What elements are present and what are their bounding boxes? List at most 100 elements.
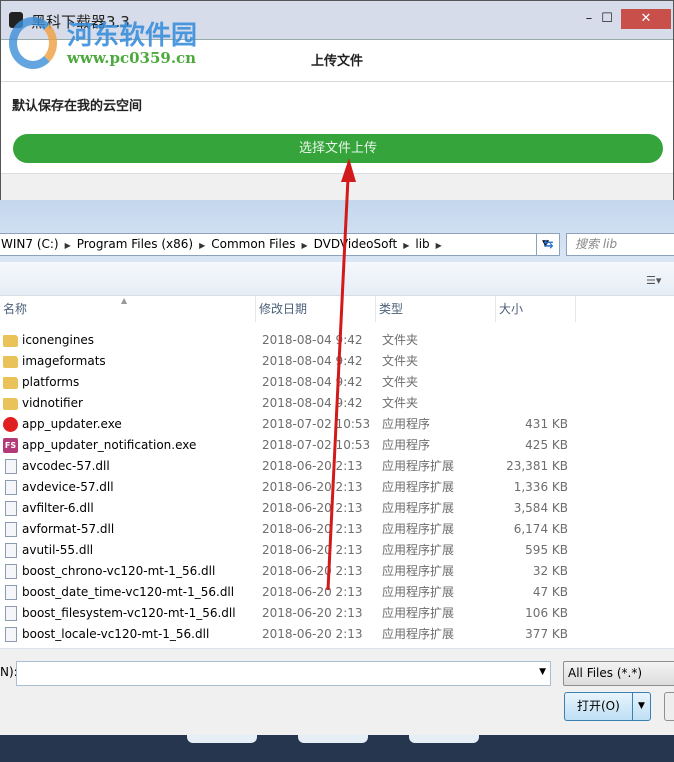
breadcrumb-item[interactable]: DVDVideoSoft [314,237,398,251]
file-name: avutil-55.dll [22,543,94,557]
file-size: 6,174 KB [513,522,568,536]
file-name: app_updater_notification.exe [22,438,197,452]
column-headers: ▲ 名称 修改日期 类型 大小 [0,296,674,322]
file-type: 文件夹 [382,375,419,389]
sort-arrow-icon: ▲ [121,296,128,305]
file-type: 应用程序扩展 [382,606,455,620]
file-date: 2018-08-04 9:42 [262,333,363,347]
dialog-footer: N): ▼ All Files (*.*) 打开(O) ▼ [0,648,674,735]
file-row[interactable]: avutil-55.dll 2018-06-20 2:13 应用程序扩展 595… [0,540,674,561]
dll-file-icon [5,585,17,600]
file-row[interactable]: iconengines 2018-08-04 9:42 文件夹 [0,330,674,351]
taskbar [0,735,674,762]
file-row[interactable]: app_updater.exe 2018-07-02 10:53 应用程序 43… [0,414,674,435]
folder-icon [3,377,18,389]
file-date: 2018-07-02 10:53 [262,438,371,452]
open-dropdown-icon[interactable]: ▼ [632,693,650,720]
file-row[interactable]: platforms 2018-08-04 9:42 文件夹 [0,372,674,393]
file-date: 2018-08-04 9:42 [262,375,363,389]
file-row[interactable]: imageformats 2018-08-04 9:42 文件夹 [0,351,674,372]
file-row[interactable]: FS app_updater_notification.exe 2018-07-… [0,435,674,456]
cancel-button[interactable] [664,692,674,721]
file-type: 文件夹 [382,354,419,368]
select-file-upload-button[interactable]: 选择文件上传 [13,134,663,163]
column-name[interactable]: ▲ 名称 [0,296,256,322]
file-size: 377 KB [525,627,568,641]
search-input[interactable]: 搜索 lib [566,233,674,256]
file-name: boost_chrono-vc120-mt-1_56.dll [22,564,216,578]
file-row[interactable]: avcodec-57.dll 2018-06-20 2:13 应用程序扩展 23… [0,456,674,477]
file-date: 2018-08-04 9:42 [262,396,363,410]
file-date: 2018-06-20 2:13 [262,627,363,641]
file-row[interactable]: avdevice-57.dll 2018-06-20 2:13 应用程序扩展 1… [0,477,674,498]
file-date: 2018-06-20 2:13 [262,501,363,515]
taskbar-tab[interactable] [298,735,368,743]
file-type: 应用程序 [382,417,431,431]
file-row[interactable]: boost_filesystem-vc120-mt-1_56.dll 2018-… [0,603,674,624]
file-type: 应用程序扩展 [382,501,455,515]
file-size: 1,336 KB [513,480,568,494]
column-type[interactable]: 类型 [376,296,496,322]
refresh-icon[interactable]: ⇆ [536,233,560,256]
file-size: 32 KB [532,564,568,578]
view-options-icon[interactable]: ☰▾ [646,274,661,287]
file-date: 2018-06-20 2:13 [262,585,363,599]
file-size: 106 KB [525,606,568,620]
exe-file-icon [3,417,18,432]
file-date: 2018-07-02 10:53 [262,417,371,431]
file-date: 2018-08-04 9:42 [262,354,363,368]
file-row[interactable]: boost_locale-vc120-mt-1_56.dll 2018-06-2… [0,624,674,645]
file-row[interactable]: boost_date_time-vc120-mt-1_56.dll 2018-0… [0,582,674,603]
file-type: 应用程序扩展 [382,564,455,578]
dll-file-icon [5,522,17,537]
file-name: boost_date_time-vc120-mt-1_56.dll [22,585,235,599]
file-row[interactable]: vidnotifier 2018-08-04 9:42 文件夹 [0,393,674,414]
breadcrumb-separator-icon[interactable]: ▶ [403,241,409,250]
dll-file-icon [5,501,17,516]
breadcrumb-separator-icon[interactable]: ▶ [199,241,205,250]
file-name: avdevice-57.dll [22,480,114,494]
dialog-header: WIN7 (C:) ▶ Program Files (x86) ▶ Common Fil… [0,200,674,262]
close-button[interactable]: ✕ [621,9,671,29]
breadcrumb-item[interactable]: Program Files (x86) [77,237,193,251]
file-type: 应用程序扩展 [382,543,455,557]
file-name: avformat-57.dll [22,522,115,536]
breadcrumb-item[interactable]: Common Files [211,237,295,251]
file-type: 应用程序 [382,438,431,452]
column-date[interactable]: 修改日期 [256,296,376,322]
breadcrumb-item[interactable]: lib [415,237,429,251]
file-size: 431 KB [525,417,568,431]
taskbar-tab[interactable] [409,735,479,743]
dll-file-icon [5,606,17,621]
address-bar[interactable]: WIN7 (C:) ▶ Program Files (x86) ▶ Common Fil… [0,233,560,256]
breadcrumb-item[interactable]: WIN7 (C:) [1,237,59,251]
app-icon [9,12,23,28]
file-date: 2018-06-20 2:13 [262,543,363,557]
file-date: 2018-06-20 2:13 [262,459,363,473]
dll-file-icon [5,480,17,495]
app-footer [1,173,673,200]
file-type: 应用程序扩展 [382,627,455,641]
uploader-window: 黑科下载器3.3 – ☐ ✕ 上传文件 默认保存在我的云空间 选择文件上传 河东… [0,0,674,200]
filename-input[interactable]: ▼ [16,661,551,686]
breadcrumb-separator-icon[interactable]: ▶ [436,241,442,250]
file-date: 2018-06-20 2:13 [262,522,363,536]
file-type: 应用程序扩展 [382,480,455,494]
file-row[interactable]: avformat-57.dll 2018-06-20 2:13 应用程序扩展 6… [0,519,674,540]
file-size: 23,381 KB [506,459,568,473]
file-row[interactable]: boost_chrono-vc120-mt-1_56.dll 2018-06-2… [0,561,674,582]
breadcrumb-separator-icon[interactable]: ▶ [65,241,71,250]
exe-file-icon: FS [3,438,18,453]
file-type: 文件夹 [382,396,419,410]
chevron-down-icon[interactable]: ▼ [539,667,546,677]
dialog-toolbar: ☰▾ [0,262,674,296]
file-type-filter[interactable]: All Files (*.*) [563,661,674,686]
file-type: 应用程序扩展 [382,585,455,599]
file-size: 425 KB [525,438,568,452]
dll-file-icon [5,627,17,642]
file-row[interactable]: avfilter-6.dll 2018-06-20 2:13 应用程序扩展 3,… [0,498,674,519]
column-size[interactable]: 大小 [496,296,576,322]
taskbar-tab[interactable] [187,735,257,743]
open-button[interactable]: 打开(O) ▼ [564,692,651,721]
breadcrumb-separator-icon[interactable]: ▶ [301,241,307,250]
